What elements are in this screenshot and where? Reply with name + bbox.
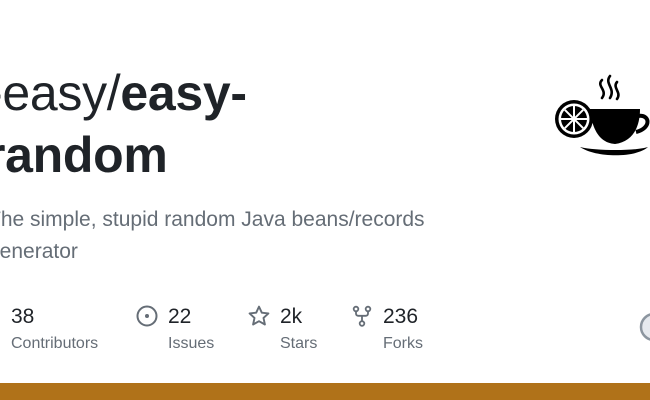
repo-stats: 38 Contributors 22 Issues 2k Stars 236 F… (0, 301, 650, 361)
repo-forked-icon (352, 305, 372, 327)
contributors-label: Contributors (11, 335, 99, 352)
repo-name-part-1: easy- (120, 65, 247, 121)
avatar (639, 313, 650, 341)
forks-count: 236 (383, 305, 419, 328)
issues-label: Issues (168, 335, 215, 352)
contributors-count: 38 (11, 305, 35, 328)
star-icon (248, 305, 270, 326)
stars-count: 2k (280, 305, 303, 328)
issue-opened-icon (136, 305, 158, 327)
language-bar (0, 383, 650, 400)
repo-owner: -easy/ (0, 65, 121, 121)
stars-label: Stars (280, 335, 318, 352)
tea-cup-lemon-logo (555, 74, 650, 156)
repo-social-card: -easy/easy-random The simple, stupid ran… (0, 0, 650, 400)
repo-title[interactable]: -easy/easy-random (0, 62, 506, 186)
repo-name-part-2: random (0, 127, 168, 183)
forks-label: Forks (383, 335, 423, 352)
repo-description: The simple, stupid random Java beans/rec… (0, 208, 425, 263)
issues-count: 22 (168, 305, 192, 328)
